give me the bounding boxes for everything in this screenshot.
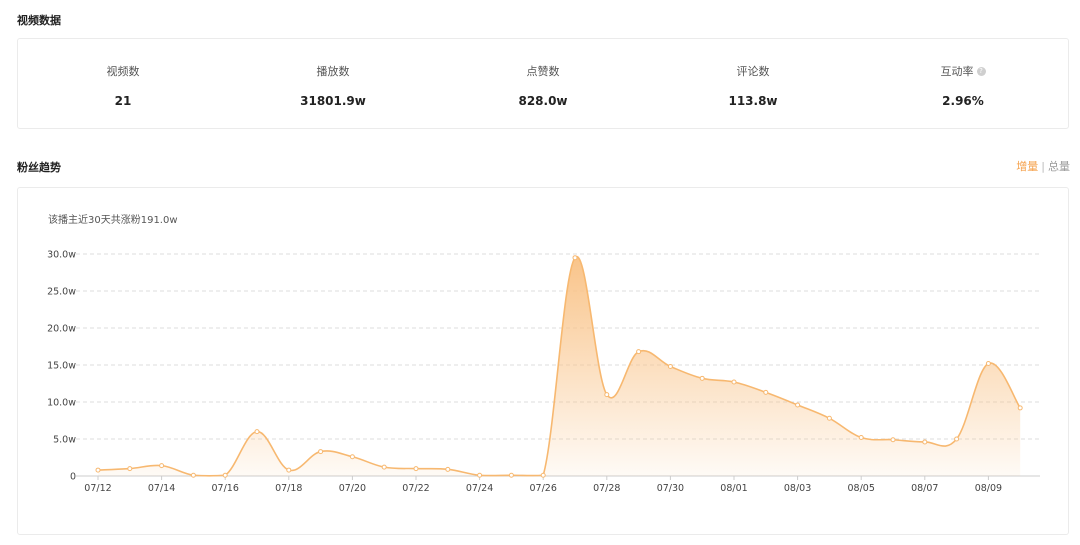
data-point [858,435,864,441]
data-point [286,467,292,473]
y-tick-label: 20.0w [47,324,76,335]
data-point [699,375,705,381]
x-tick-label: 08/07 [911,483,938,494]
data-point [349,454,355,460]
x-tick-label: 07/24 [466,483,493,494]
data-point [954,436,960,442]
data-point [540,472,546,478]
x-tick-label: 07/20 [339,483,366,494]
data-point [254,429,260,435]
x-tick-label: 08/01 [720,483,747,494]
data-point [572,255,578,261]
data-point [477,472,483,478]
x-tick-label: 07/12 [84,483,111,494]
x-tick-label: 07/22 [402,483,429,494]
x-tick-label: 08/09 [975,483,1002,494]
x-tick-label: 08/05 [848,483,875,494]
data-point [222,472,228,478]
data-point [731,379,737,385]
y-tick-label: 5.0w [53,435,76,446]
data-point [826,415,832,421]
data-point [667,363,673,369]
data-point [985,361,991,367]
y-tick-label: 25.0w [47,287,76,298]
data-point [795,402,801,408]
data-point [763,389,769,395]
x-tick-label: 08/03 [784,483,811,494]
y-tick-label: 15.0w [47,361,76,372]
data-point [508,472,514,478]
data-point [604,392,610,398]
data-point [445,466,451,472]
fans-trend-chart: 0 5.0w 10.0w 15.0w 20.0w 25.0w 30.0w 07/12 07/14… [47,250,1040,494]
x-tick-label: 07/18 [275,483,302,494]
data-point [127,466,133,472]
y-tick-label: 30.0w [47,250,76,261]
series-area [98,256,1021,476]
x-tick-label: 07/28 [593,483,620,494]
data-point [636,349,642,355]
data-point [381,464,387,470]
data-point [1017,405,1023,411]
data-point [413,466,419,472]
data-point [159,463,165,469]
y-tick-label: 10.0w [47,398,76,409]
data-point [922,439,928,445]
x-tick-label: 07/14 [148,483,175,494]
data-point [190,472,196,478]
data-point [318,449,324,455]
x-tick-label: 07/16 [212,483,239,494]
y-tick-label: 0 [70,472,76,483]
x-tick-label: 07/30 [657,483,684,494]
data-point [890,437,896,443]
data-point [95,467,101,473]
x-tick-label: 07/26 [530,483,557,494]
